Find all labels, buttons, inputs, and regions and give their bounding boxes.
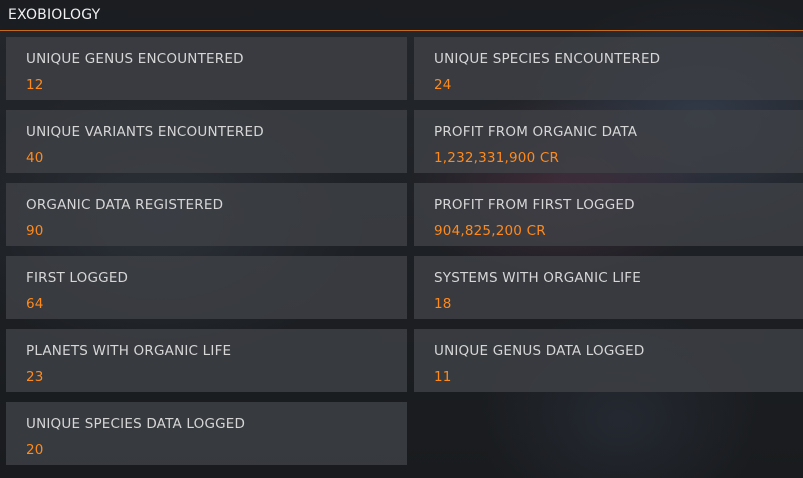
stat-card-profit-from-organic-data: PROFIT FROM ORGANIC DATA 1,232,331,900 C… xyxy=(414,110,803,173)
stat-value: 12 xyxy=(26,77,44,93)
stat-value: 90 xyxy=(26,223,44,239)
stat-value: 20 xyxy=(26,442,44,458)
stat-card-organic-data-registered: ORGANIC DATA REGISTERED 90 xyxy=(6,183,407,246)
stat-value: 904,825,200 CR xyxy=(434,223,546,239)
exobiology-stats-panel: EXOBIOLOGY UNIQUE GENUS ENCOUNTERED 12 U… xyxy=(0,0,803,478)
stat-label: UNIQUE SPECIES DATA LOGGED xyxy=(26,416,246,432)
stat-card-planets-with-organic-life: PLANETS WITH ORGANIC LIFE 23 xyxy=(6,329,407,392)
stat-value: 18 xyxy=(434,296,452,312)
stat-label: PROFIT FROM FIRST LOGGED xyxy=(434,197,635,213)
stat-value: 40 xyxy=(26,150,44,166)
stat-card-unique-variants-encountered: UNIQUE VARIANTS ENCOUNTERED 40 xyxy=(6,110,407,173)
stat-card-unique-genus-encountered: UNIQUE GENUS ENCOUNTERED 12 xyxy=(6,37,407,100)
stat-label: PROFIT FROM ORGANIC DATA xyxy=(434,124,638,140)
stat-value: 23 xyxy=(26,369,44,385)
stat-card-unique-species-data-logged: UNIQUE SPECIES DATA LOGGED 20 xyxy=(6,402,407,465)
stat-value: 1,232,331,900 CR xyxy=(434,150,560,166)
stat-label: UNIQUE GENUS DATA LOGGED xyxy=(434,343,645,359)
section-header: EXOBIOLOGY xyxy=(0,0,803,31)
stat-label: UNIQUE VARIANTS ENCOUNTERED xyxy=(26,124,264,140)
stat-card-first-logged: FIRST LOGGED 64 xyxy=(6,256,407,319)
stat-card-systems-with-organic-life: SYSTEMS WITH ORGANIC LIFE 18 xyxy=(414,256,803,319)
stat-label: FIRST LOGGED xyxy=(26,270,129,286)
stat-card-unique-genus-data-logged: UNIQUE GENUS DATA LOGGED 11 xyxy=(414,329,803,392)
stat-label: UNIQUE GENUS ENCOUNTERED xyxy=(26,51,244,67)
stat-label: SYSTEMS WITH ORGANIC LIFE xyxy=(434,270,641,286)
stat-value: 64 xyxy=(26,296,44,312)
stat-card-profit-from-first-logged: PROFIT FROM FIRST LOGGED 904,825,200 CR xyxy=(414,183,803,246)
stat-label: UNIQUE SPECIES ENCOUNTERED xyxy=(434,51,661,67)
stat-label: ORGANIC DATA REGISTERED xyxy=(26,197,224,213)
stat-card-unique-species-encountered: UNIQUE SPECIES ENCOUNTERED 24 xyxy=(414,37,803,100)
section-title: EXOBIOLOGY xyxy=(8,7,101,23)
stat-label: PLANETS WITH ORGANIC LIFE xyxy=(26,343,232,359)
stat-value: 24 xyxy=(434,77,452,93)
stats-grid: UNIQUE GENUS ENCOUNTERED 12 UNIQUE SPECI… xyxy=(6,37,803,465)
stat-value: 11 xyxy=(434,369,452,385)
